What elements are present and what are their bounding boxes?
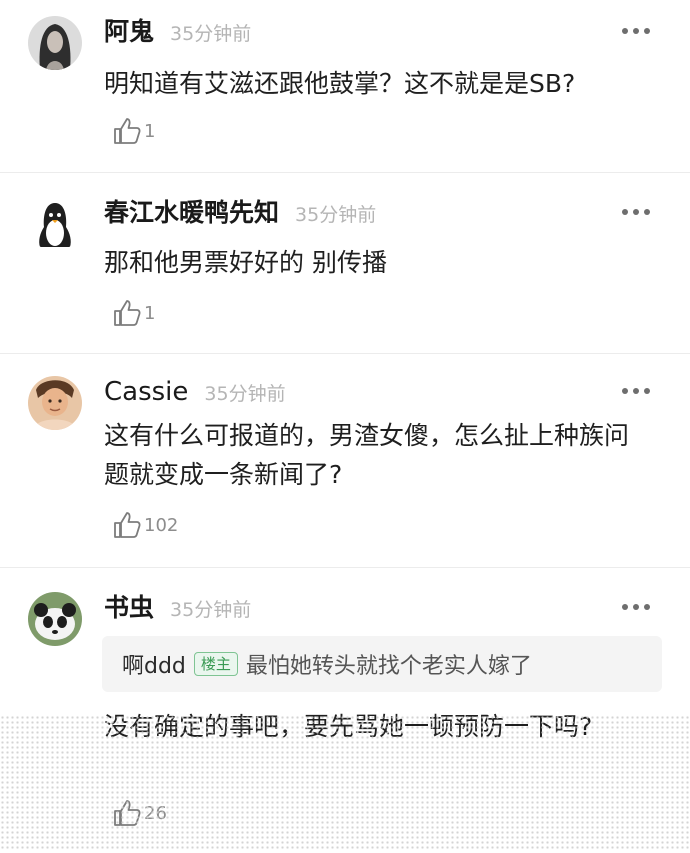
panda-avatar-icon	[28, 592, 82, 646]
like-count: 26	[144, 802, 167, 824]
comment-item: 阿鬼 35分钟前 明知道有艾滋还跟他鼓掌？这不就是是SB? 1	[0, 0, 690, 173]
like-button[interactable]: 1	[112, 116, 155, 146]
like-count: 1	[144, 120, 156, 142]
username[interactable]: 书虫 35分钟前	[104, 590, 251, 628]
op-badge: 楼主	[193, 652, 238, 676]
timestamp: 35分钟前	[204, 383, 286, 405]
username-text[interactable]: Cassie	[104, 377, 188, 407]
thumbs-up-icon	[114, 512, 141, 538]
thumbs-up-icon	[114, 118, 141, 144]
thumbs-up-icon	[114, 300, 141, 326]
comment-item: 春江水暖鸭先知 35分钟前 那和他男票好好的 别传播 1	[0, 173, 690, 354]
timestamp: 35分钟前	[170, 599, 252, 621]
avatar[interactable]	[28, 16, 82, 70]
quoted-username[interactable]: 啊ddd	[122, 648, 186, 680]
timestamp: 35分钟前	[295, 204, 377, 226]
username-text[interactable]: 春江水暖鸭先知	[104, 198, 279, 227]
avatar[interactable]	[28, 376, 82, 430]
like-button[interactable]: 1	[112, 298, 155, 328]
username[interactable]: 阿鬼 35分钟前	[104, 14, 251, 52]
like-button[interactable]: 102	[112, 510, 178, 540]
more-dots-icon[interactable]	[622, 28, 650, 34]
like-count: 102	[144, 514, 179, 536]
timestamp: 35分钟前	[170, 23, 252, 45]
comment-item: Cassie 35分钟前 这有什么可报道的，男渣女傻，怎么扯上种族问题就变成一条新…	[0, 354, 690, 568]
like-count: 1	[144, 302, 156, 324]
username[interactable]: Cassie 35分钟前	[104, 374, 286, 412]
person-avatar-icon	[28, 376, 82, 430]
username-text[interactable]: 阿鬼	[104, 17, 154, 46]
comment-text: 没有确定的事吧，要先骂她一顿预防一下吗?	[104, 712, 593, 741]
quoted-reply[interactable]: 啊ddd 楼主 最怕她转头就找个老实人嫁了	[102, 636, 662, 692]
avatar[interactable]	[28, 592, 82, 646]
thumbs-up-icon	[114, 800, 141, 826]
comment-text: 这有什么可报道的，男渣女傻，怎么扯上种族问题就变成一条新闻了?	[104, 421, 630, 489]
penguin-avatar-icon	[28, 197, 82, 251]
avatar[interactable]	[28, 197, 82, 251]
username-text[interactable]: 书虫	[104, 593, 154, 622]
username[interactable]: 春江水暖鸭先知 35分钟前	[104, 195, 376, 233]
more-dots-icon[interactable]	[622, 604, 650, 610]
comment-text: 那和他男票好好的 别传播	[104, 248, 387, 277]
portrait-avatar-icon	[28, 16, 82, 70]
more-dots-icon[interactable]	[622, 209, 650, 215]
more-dots-icon[interactable]	[622, 388, 650, 394]
like-button[interactable]: 26	[112, 798, 167, 828]
quoted-text: 最怕她转头就找个老实人嫁了	[245, 654, 532, 679]
comment-text: 明知道有艾滋还跟他鼓掌？这不就是是SB?	[104, 69, 576, 98]
